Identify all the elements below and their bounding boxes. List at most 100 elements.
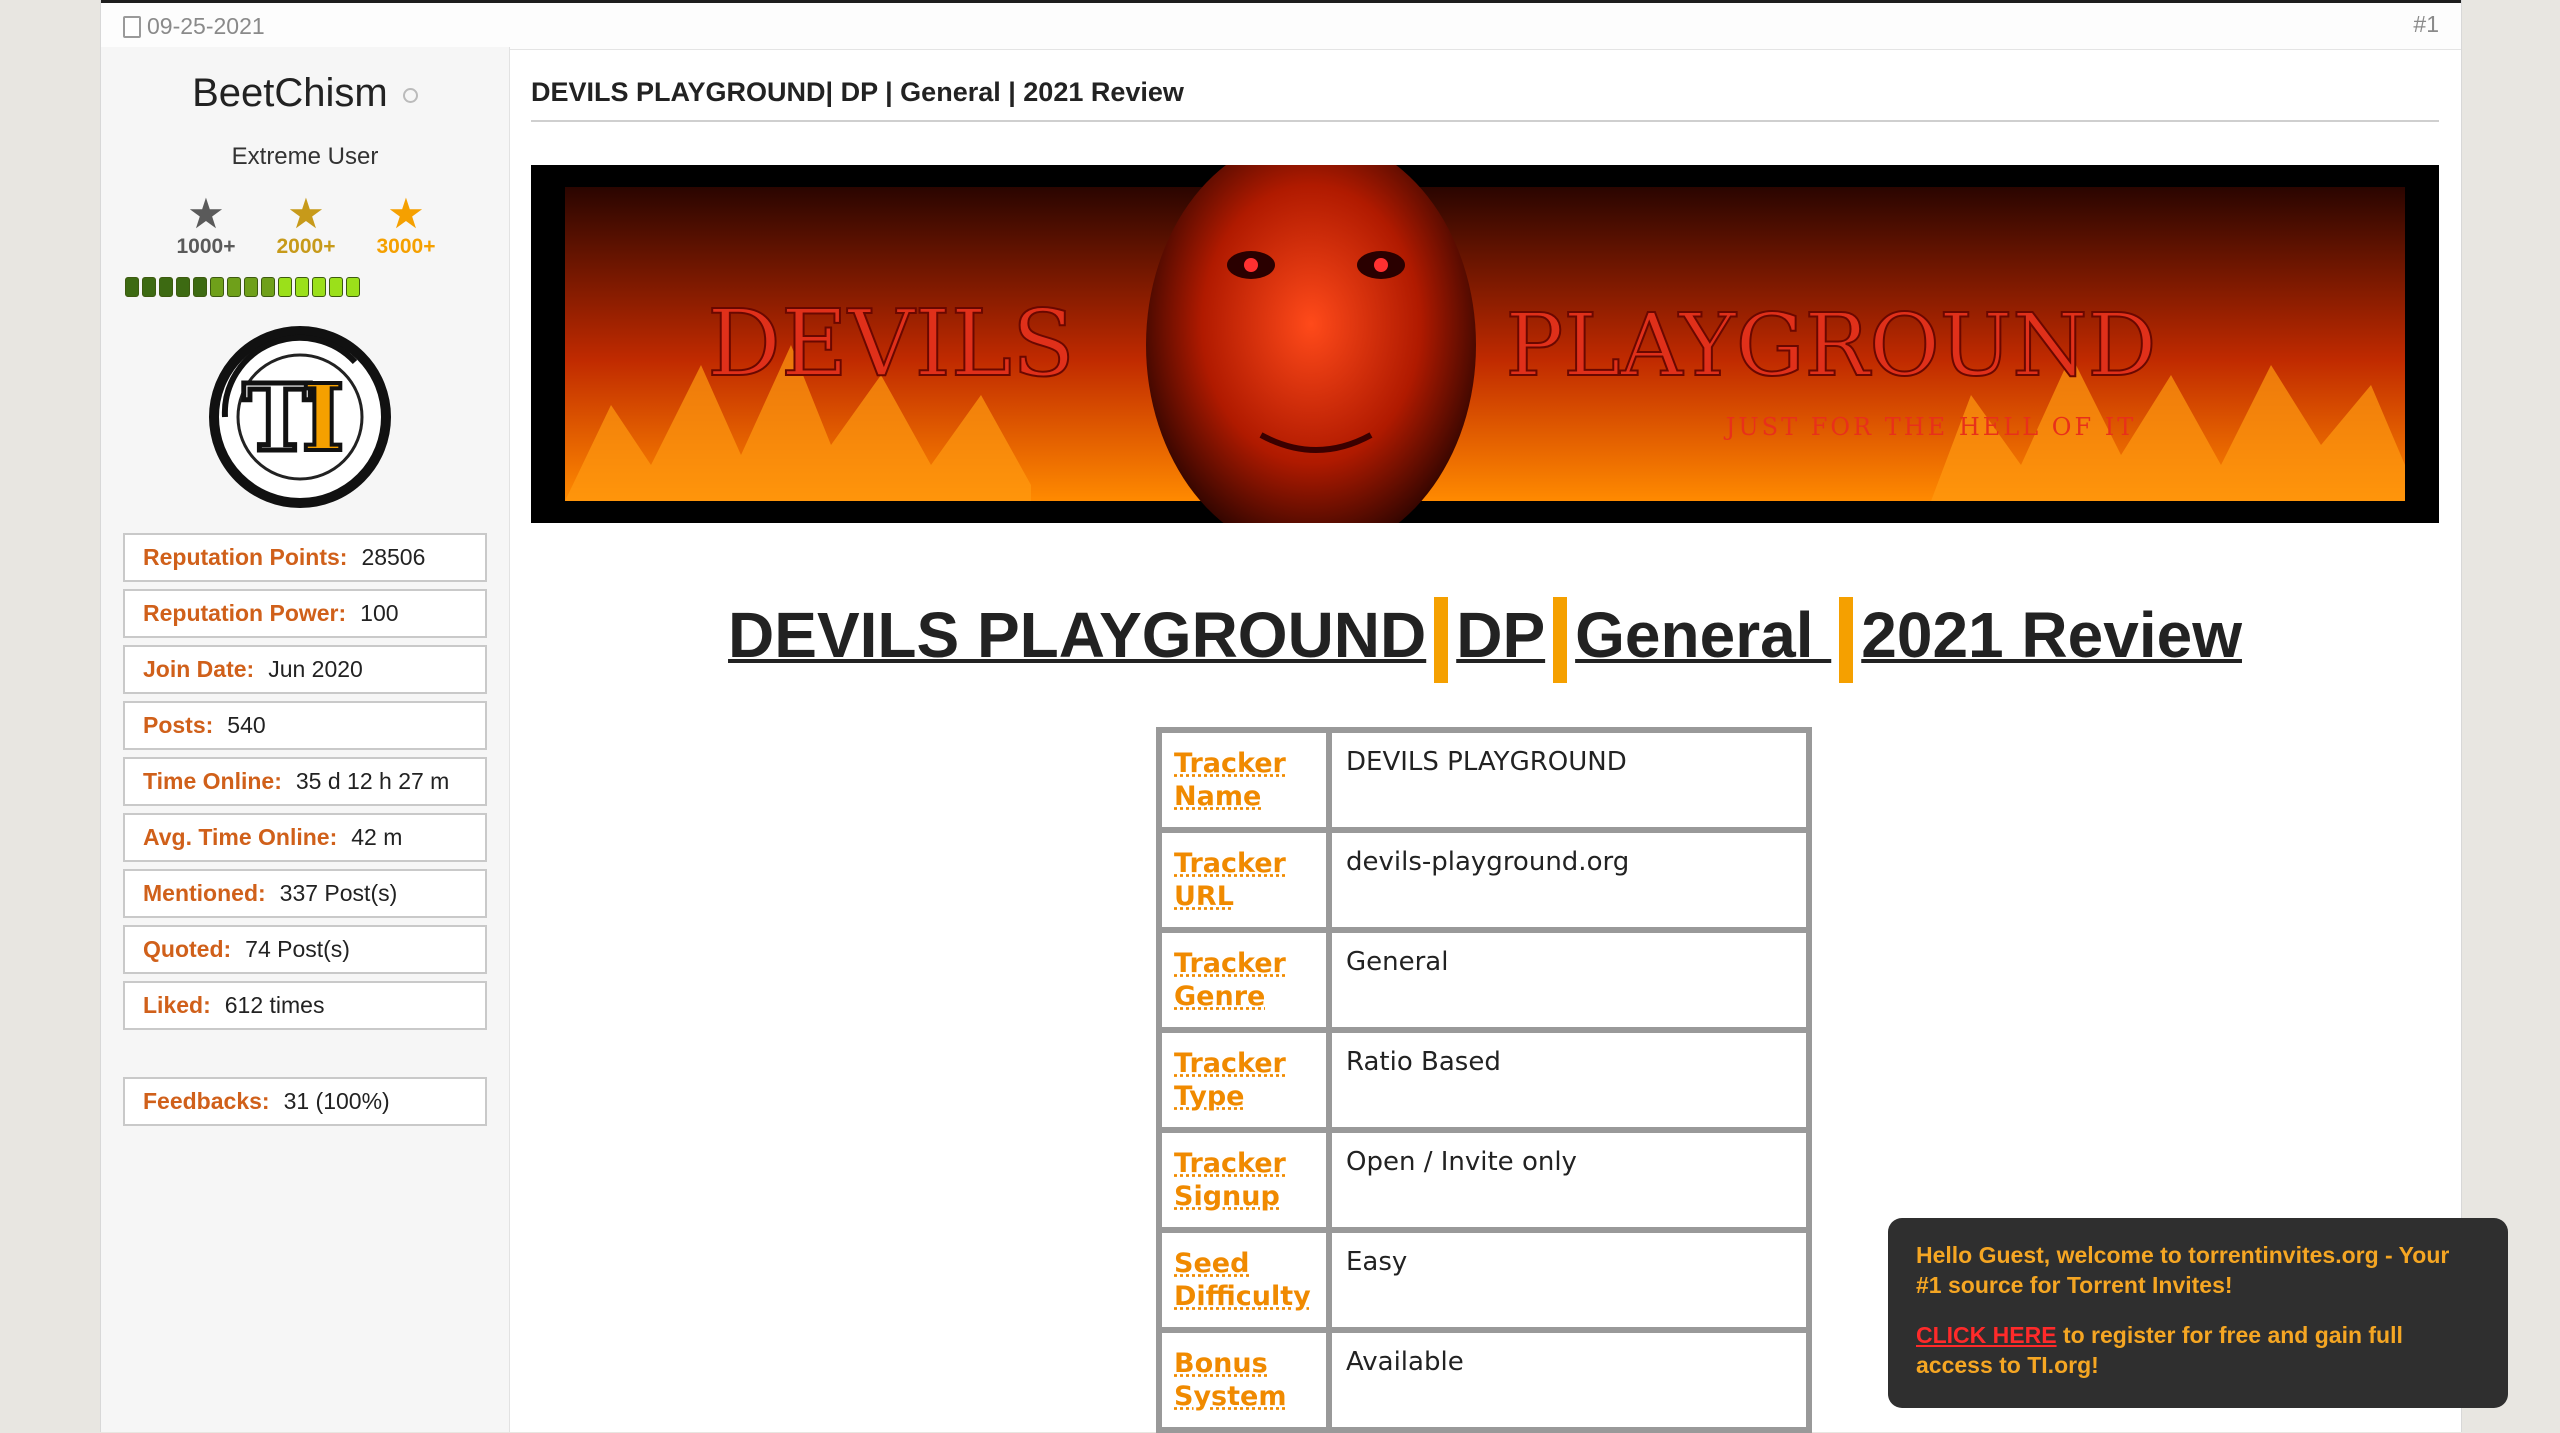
reputation-bar: [125, 277, 360, 297]
info-row: Seed Difficulty Easy: [1159, 1230, 1809, 1330]
banner-tagline: JUST FOR THE HELL OF IT: [1723, 413, 2136, 441]
stat-label: Liked:: [143, 992, 211, 1018]
reputation-segment: [312, 277, 326, 297]
stat-label: Join Date:: [143, 656, 255, 682]
info-row: Tracker Name DEVILS PLAYGROUND: [1159, 730, 1809, 830]
post-title: DEVILS PLAYGROUND| DP | General | 2021 R…: [531, 77, 1184, 107]
star-rank-3000: ★ 3000+: [356, 193, 456, 259]
reputation-segment: [210, 277, 224, 297]
info-value: devils-playground.org: [1329, 830, 1809, 930]
stat-label[interactable]: Feedbacks:: [143, 1088, 270, 1114]
star-label: 3000+: [376, 235, 436, 258]
stat-value: 74 Post(s): [245, 936, 350, 962]
stat-row: Liked: 612 times: [123, 981, 487, 1030]
info-key[interactable]: Seed Difficulty: [1174, 1248, 1311, 1312]
star-label: 2000+: [276, 235, 336, 258]
reputation-segment: [329, 277, 343, 297]
post-header: 09-25-2021 #1: [101, 0, 2461, 50]
info-key[interactable]: Tracker Type: [1174, 1048, 1286, 1112]
stat-row: Mentioned: 337 Post(s): [123, 869, 487, 918]
post-date-text: 09-25-2021: [147, 13, 265, 39]
user-avatar[interactable]: T I: [205, 322, 395, 512]
offline-status-icon: [402, 87, 418, 103]
reputation-segment: [346, 277, 360, 297]
info-key-cell: Tracker Genre: [1159, 930, 1329, 1030]
info-key[interactable]: Bonus System: [1174, 1348, 1286, 1412]
stat-value: 337 Post(s): [279, 880, 398, 906]
guest-welcome-popup: Hello Guest, welcome to torrentinvites.o…: [1888, 1218, 2508, 1408]
post-number-link[interactable]: #1: [2413, 11, 2439, 38]
user-sidebar: BeetChism Extreme User ★ 1000+ ★ 2000+ ★…: [101, 47, 510, 1432]
stat-value: 31 (100%): [283, 1088, 390, 1114]
info-value: Open / Invite only: [1329, 1130, 1809, 1230]
info-value: DEVILS PLAYGROUND: [1329, 730, 1809, 830]
banner-right-text: PLAYGROUND: [1505, 296, 2156, 396]
stat-value: 28506: [361, 544, 426, 570]
heading-separator: [1434, 597, 1449, 683]
stat-label: Avg. Time Online:: [143, 824, 338, 850]
stat-label: Mentioned:: [143, 880, 266, 906]
stat-value: 540: [227, 712, 266, 738]
username-link[interactable]: BeetChism: [192, 71, 388, 115]
stat-value: 100: [360, 600, 399, 626]
stat-label: Reputation Points:: [143, 544, 348, 570]
star-rank-1000: ★ 1000+: [156, 193, 256, 259]
stat-row: Avg. Time Online: 42 m: [123, 813, 487, 862]
heading-separator: [1553, 597, 1568, 683]
heading-separator: [1839, 597, 1854, 683]
info-row: Bonus System Available: [1159, 1330, 1809, 1430]
heading-part-abbrev: DP: [1456, 598, 1546, 671]
title-divider: [531, 120, 2439, 122]
reputation-segment: [159, 277, 173, 297]
stat-label: Time Online:: [143, 768, 282, 794]
star-label: 1000+: [176, 235, 236, 258]
popup-welcome-text: Hello Guest, welcome to torrentinvites.o…: [1916, 1242, 2450, 1298]
info-key[interactable]: Tracker URL: [1174, 848, 1286, 912]
star-icon: ★: [187, 190, 225, 237]
info-key[interactable]: Tracker Name: [1174, 748, 1286, 812]
post-icon: [123, 15, 141, 38]
info-key[interactable]: Tracker Signup: [1174, 1148, 1286, 1212]
reputation-segment: [227, 277, 241, 297]
info-key-cell: Tracker Type: [1159, 1030, 1329, 1130]
rank-stars: ★ 1000+ ★ 2000+ ★ 3000+: [156, 193, 456, 259]
ti-logo-icon: T I: [209, 326, 391, 508]
stat-value: 612 times: [224, 992, 325, 1018]
stat-value: 35 d 12 h 27 m: [295, 768, 450, 794]
reputation-segment: [176, 277, 190, 297]
reputation-segment: [261, 277, 275, 297]
banner-left-text: DEVILS: [707, 290, 1075, 397]
stat-label: Reputation Power:: [143, 600, 347, 626]
heading-part-tracker: DEVILS PLAYGROUND: [728, 598, 1427, 671]
svg-text:I: I: [301, 364, 344, 472]
info-value: Available: [1329, 1330, 1809, 1430]
user-title: Extreme User: [231, 143, 379, 170]
stat-value: 42 m: [351, 824, 403, 850]
star-icon: ★: [387, 190, 425, 237]
tracker-banner-image: DEVILS PLAYGROUND JUST FOR THE HELL OF I…: [531, 165, 2439, 523]
username-row: BeetChism: [101, 71, 509, 116]
stat-row: Join Date: Jun 2020: [123, 645, 487, 694]
register-link[interactable]: CLICK HERE: [1916, 1322, 2057, 1348]
info-value: General: [1329, 930, 1809, 1030]
tracker-info-table: Tracker Name DEVILS PLAYGROUND Tracker URL…: [1156, 727, 1812, 1433]
reputation-segment: [244, 277, 258, 297]
reputation-segment: [295, 277, 309, 297]
info-row: Tracker URL devils-playground.org: [1159, 830, 1809, 930]
review-heading: DEVILS PLAYGROUND DP General 2021 Review: [531, 597, 2439, 683]
heading-part-genre: General: [1575, 598, 1832, 671]
info-key-cell: Seed Difficulty: [1159, 1230, 1329, 1330]
info-key-cell: Bonus System: [1159, 1330, 1329, 1430]
star-icon: ★: [287, 190, 325, 237]
heading-part-year: 2021 Review: [1861, 598, 2242, 671]
reputation-segment: [278, 277, 292, 297]
stat-row: Reputation Points: 28506: [123, 533, 487, 582]
reputation-segment: [193, 277, 207, 297]
stat-row: Time Online: 35 d 12 h 27 m: [123, 757, 487, 806]
info-row: Tracker Genre General: [1159, 930, 1809, 1030]
info-value: Ratio Based: [1329, 1030, 1809, 1130]
info-key[interactable]: Tracker Genre: [1174, 948, 1286, 1012]
info-key-cell: Tracker URL: [1159, 830, 1329, 930]
stat-feedbacks: Feedbacks: 31 (100%): [123, 1077, 487, 1126]
stat-row: Posts: 540: [123, 701, 487, 750]
